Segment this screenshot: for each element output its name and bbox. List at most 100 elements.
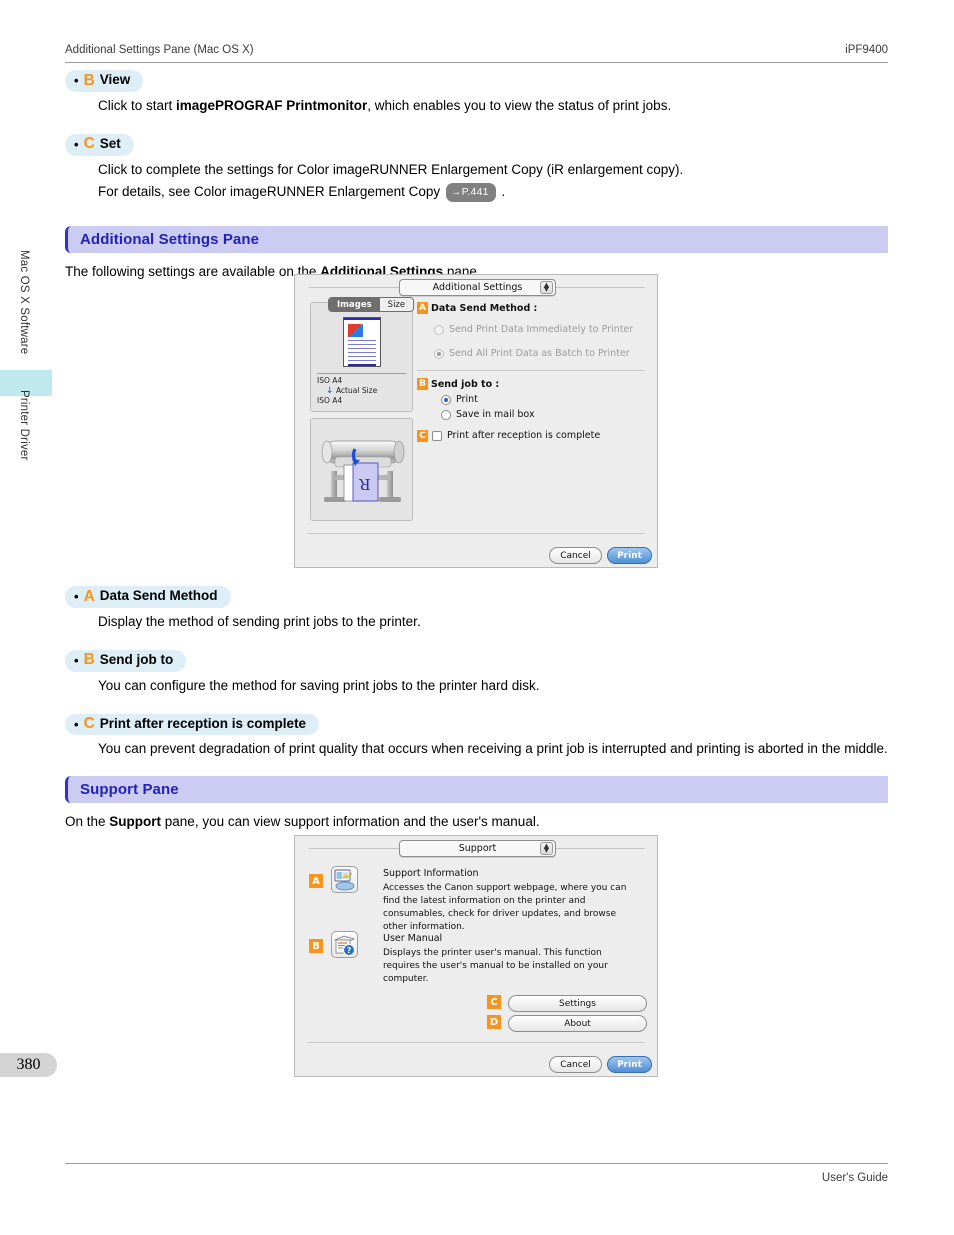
pane-popup-menu[interactable]: Additional Settings ▲ ▼ [399,279,556,296]
checkbox-print-after-reception[interactable] [432,431,442,441]
item-a-description: Display the method of sending print jobs… [98,613,421,629]
preview-thumbnail [343,317,381,367]
callout-tag-b: B [417,378,428,390]
intro-post: pane, you can view support information a… [161,814,540,829]
list-item-b-view: • B View [65,70,144,92]
footer-guide-label: User's Guide [821,1172,888,1184]
item-b-description: Click to start imagePROGRAF Printmonitor… [98,96,888,117]
item-c-description-line2: For details, see Color imageRUNNER Enlar… [98,182,888,203]
segment-size[interactable]: Size [379,298,414,311]
print-button[interactable]: Print [607,1056,652,1073]
label-print-after-reception: Print after reception is complete [447,430,601,441]
printer-illustration-panel: R [310,418,413,521]
popup-rule-right [555,287,645,288]
print-button[interactable]: Print [607,547,652,564]
radio-send-batch[interactable] [434,349,444,359]
label-data-send-method: Data Send Method : [431,303,538,314]
bullet-icon: • [74,716,79,732]
bullet-icon: • [74,652,79,668]
section-intro-support: On the Support pane, you can view suppor… [65,812,888,832]
pane-popup-menu[interactable]: Support ▲ ▼ [399,840,556,857]
desc-pre: For details, see Color imageRUNNER Enlar… [98,183,444,199]
sidebar-tab-mac-os-x-software[interactable]: Mac OS X Software [18,250,30,354]
intro-pre: The following settings are available on … [65,263,321,279]
preview-paper-size-bottom: ISO A4 [317,396,343,405]
mid-items-group: • A Data Send Method Display the method … [65,586,888,760]
chevron-updown-icon: ▲ ▼ [540,281,553,294]
item-b-description: You can configure the method for saving … [98,677,540,693]
support-information-icon[interactable] [331,866,358,893]
svg-text:?: ? [347,946,351,955]
cancel-button[interactable]: Cancel [549,1056,602,1073]
callout-tag-b: B [309,939,323,953]
desc-post: . [497,183,506,199]
callout-tag-c: C [487,995,501,1009]
dialog-footer-separator [307,533,645,534]
page-header: Additional Settings Pane (Mac OS X) iPF9… [65,44,888,63]
section-heading-additional-settings-pane: Additional Settings Pane [65,225,888,253]
item-letter: B [83,71,95,89]
chevron-updown-icon: ▲ ▼ [540,842,553,855]
callout-tag-c: C [417,430,428,442]
label-send-job-to: Send job to : [431,379,500,390]
item-label: Print after reception is complete [99,715,307,731]
intro-pre: On the [65,814,110,829]
header-left-title: Additional Settings Pane (Mac OS X) [65,44,254,56]
preview-scale-label: Actual Size [335,386,378,395]
item-label: Data Send Method [99,588,218,603]
arrow-down-icon: ↓ [326,386,334,396]
separator-a-b [417,370,645,371]
segment-images[interactable]: Images [329,298,380,311]
thumbnail-topbar [344,318,380,320]
about-button[interactable]: About [508,1015,647,1032]
support-information-description: Accesses the Canon support webpage, wher… [383,883,627,933]
bullet-icon: • [74,136,79,152]
item-letter: C [83,135,95,153]
settings-button[interactable]: Settings [508,995,647,1012]
item-letter: C [83,715,95,733]
radio-send-immediately[interactable] [434,325,444,335]
svg-text:R: R [359,475,371,493]
callout-tag-a: A [309,874,323,888]
section-heading-label: Support Pane [80,781,179,798]
list-item-c-print-after-reception: • C Print after reception is complete [65,713,320,736]
callout-tag-d: D [487,1015,501,1029]
list-item-c-set: • C Set [65,133,134,156]
thumbnail-image-icon [348,324,363,337]
dialog-footer-separator [307,1042,645,1043]
list-item-b-send-job-to: • B Send job to [65,649,187,672]
page-reference-link[interactable]: →P.441 [445,182,496,202]
pane-popup-value: Support [458,843,497,854]
label-print-option: Print [456,394,478,405]
list-item-a-data-send-method: • A Data Send Method [65,586,231,608]
callout-tag-a: A [417,302,428,314]
dialog-support: Support ▲ ▼ A Support Information Accesse… [294,835,658,1077]
intro-bold: Support [109,814,162,829]
preview-segmented-control[interactable]: Images Size [328,297,415,312]
header-rule [65,62,888,63]
user-manual-title: User Manual [383,933,443,944]
user-manual-description: Displays the printer user's manual. This… [383,948,608,985]
user-manual-icon[interactable]: ? [331,931,358,958]
popup-rule-left [309,287,399,288]
section-heading-support-pane: Support Pane [65,776,888,803]
printer-illustration: R [321,440,405,502]
support-section: Support Pane On the Support pane, you ca… [65,776,888,843]
cancel-button[interactable]: Cancel [549,547,602,564]
radio-print[interactable] [441,395,451,405]
sidebar-tab-printer-driver[interactable]: Printer Driver [18,390,30,461]
footer-rule [65,1163,888,1164]
item-label: Set [99,135,121,151]
desc-pre: Click to start [98,97,177,113]
radio-save-in-mail-box[interactable] [441,410,451,420]
content-column: • B View Click to start imagePROGRAF Pri… [65,70,888,293]
bullet-icon: • [74,72,79,88]
label-send-batch: Send All Print Data as Batch to Printer [449,348,630,359]
item-letter: A [83,587,95,605]
desc-post: , which enables you to view the status o… [367,97,672,113]
popup-rule-left [309,848,399,849]
label-send-immediately: Send Print Data Immediately to Printer [449,324,634,335]
pane-popup-value: Additional Settings [432,282,523,293]
header-right-model: iPF9400 [845,44,888,56]
preview-divider [317,373,406,374]
